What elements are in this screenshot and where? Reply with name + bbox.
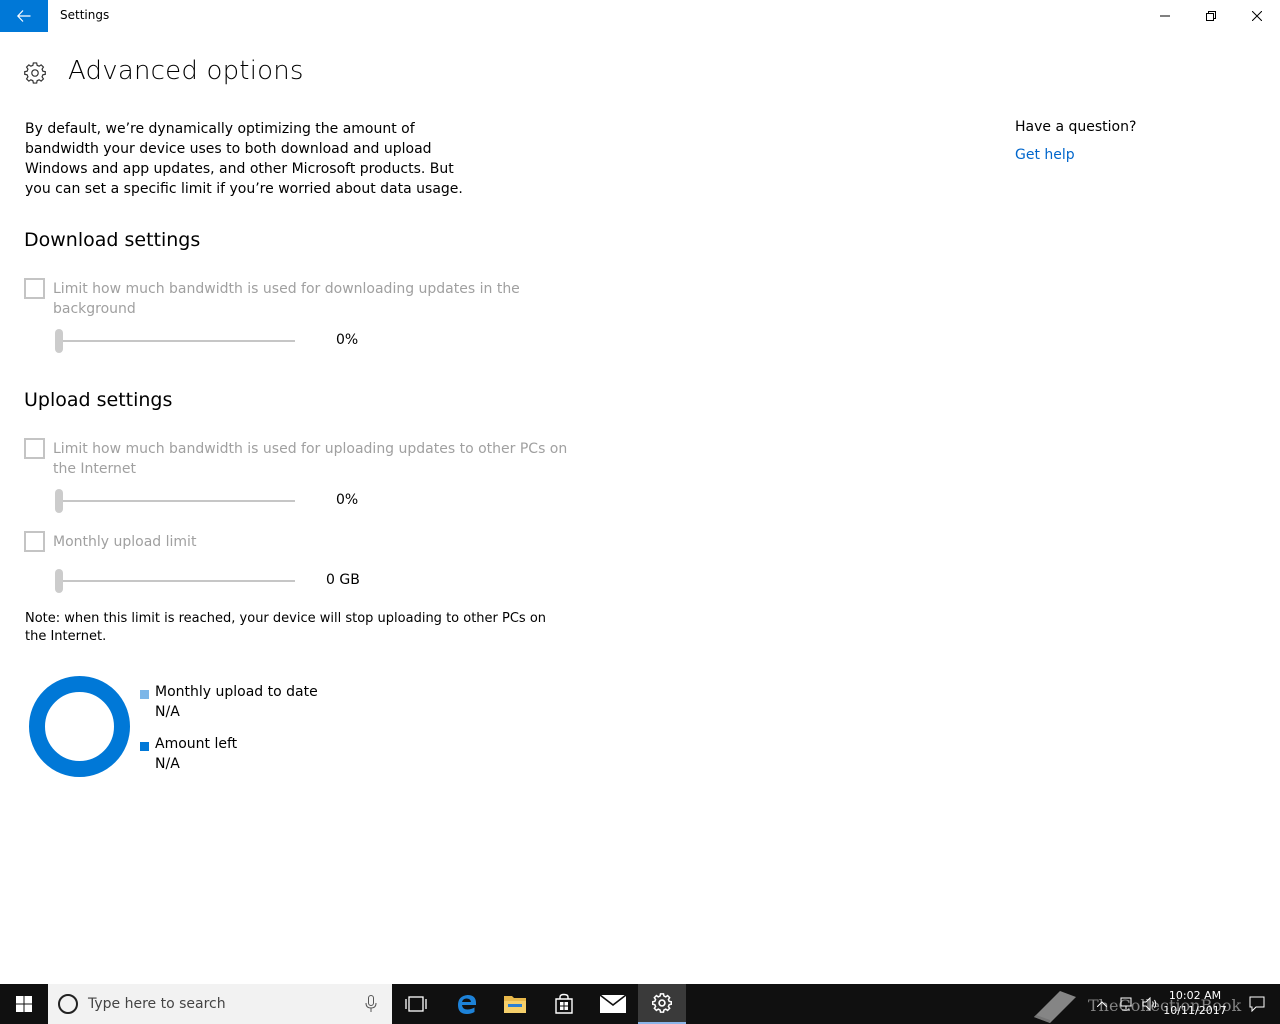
legend-label: Monthly upload to date <box>155 684 318 700</box>
notification-icon <box>1249 996 1265 1012</box>
arrow-left-icon <box>17 10 31 22</box>
monthly-upload-slider[interactable] <box>55 569 295 593</box>
slider-thumb[interactable] <box>55 569 63 593</box>
restore-icon <box>1206 11 1216 21</box>
close-button[interactable] <box>1234 0 1280 32</box>
cortana-icon <box>58 994 78 1014</box>
upload-limit-checkbox-row[interactable]: Limit how much bandwidth is used for upl… <box>24 438 584 479</box>
volume-icon <box>1142 997 1157 1011</box>
download-limit-checkbox[interactable] <box>24 278 45 299</box>
app-title: Settings <box>60 8 110 22</box>
page-title: Advanced options <box>68 56 304 86</box>
file-explorer-button[interactable] <box>491 984 539 1024</box>
action-center-button[interactable] <box>1234 984 1280 1024</box>
upload-usage-donut <box>29 676 130 777</box>
start-button[interactable] <box>0 984 48 1024</box>
download-settings-heading: Download settings <box>24 229 201 251</box>
upload-limit-label: Limit how much bandwidth is used for upl… <box>53 441 568 477</box>
legend-swatch <box>140 690 149 699</box>
show-hidden-icons-button[interactable] <box>1090 984 1114 1024</box>
upload-limit-note: Note: when this limit is reached, your d… <box>25 611 547 644</box>
get-help-link[interactable]: Get help <box>1015 147 1075 163</box>
file-explorer-icon <box>504 996 526 1013</box>
taskbar-clock[interactable]: 10:02 AM 10/11/2017 <box>1160 988 1230 1018</box>
upload-slider-value: 0% <box>336 492 359 508</box>
legend-label: Amount left <box>155 736 238 752</box>
download-limit-label: Limit how much bandwidth is used for dow… <box>53 281 520 317</box>
taskbar-search-box[interactable]: Type here to search <box>48 984 392 1024</box>
task-view-icon <box>405 996 427 1012</box>
task-view-button[interactable] <box>392 984 440 1024</box>
close-icon <box>1252 11 1262 21</box>
clock-date: 10/11/2017 <box>1163 1004 1227 1017</box>
download-limit-checkbox-row[interactable]: Limit how much bandwidth is used for dow… <box>24 278 544 319</box>
upload-bandwidth-slider[interactable] <box>55 489 295 513</box>
windows-logo-icon <box>16 996 32 1012</box>
book-icon <box>1034 991 1076 1023</box>
title-bar: Settings <box>0 0 1280 32</box>
legend-value: N/A <box>155 704 180 720</box>
download-slider-value: 0% <box>336 332 359 348</box>
upload-settings-heading: Upload settings <box>24 389 173 411</box>
monthly-upload-limit-checkbox[interactable] <box>24 531 45 552</box>
slider-track <box>55 500 295 502</box>
system-tray <box>1090 984 1162 1024</box>
slider-thumb[interactable] <box>55 489 63 513</box>
monthly-upload-limit-label: Monthly upload limit <box>53 534 197 550</box>
volume-button[interactable] <box>1138 984 1162 1024</box>
edge-icon <box>458 995 476 1014</box>
mail-icon <box>600 995 626 1013</box>
search-placeholder: Type here to search <box>88 996 226 1012</box>
network-icon <box>1120 997 1132 1011</box>
gear-icon <box>24 62 46 84</box>
download-bandwidth-slider[interactable] <box>55 329 295 353</box>
legend-value: N/A <box>155 756 180 772</box>
minimize-button[interactable] <box>1142 0 1188 32</box>
slider-track <box>55 580 295 582</box>
slider-track <box>55 340 295 342</box>
monthly-upload-limit-row[interactable]: Monthly upload limit <box>24 531 424 552</box>
taskbar: Type here to search TheCollectionBook 10… <box>0 984 1280 1024</box>
minimize-icon <box>1160 15 1170 17</box>
settings-taskbar-button[interactable] <box>638 984 686 1024</box>
chevron-up-icon <box>1097 1001 1107 1007</box>
slider-thumb[interactable] <box>55 329 63 353</box>
legend-swatch <box>140 742 149 751</box>
clock-time: 10:02 AM <box>1168 989 1222 1002</box>
intro-text: By default, we’re dynamically optimizing… <box>25 121 463 197</box>
upload-limit-checkbox[interactable] <box>24 438 45 459</box>
edge-button[interactable] <box>443 984 491 1024</box>
restore-button[interactable] <box>1188 0 1234 32</box>
help-question: Have a question? <box>1015 119 1137 135</box>
mail-button[interactable] <box>589 984 637 1024</box>
microphone-icon[interactable] <box>364 995 378 1013</box>
donut-ring <box>29 676 130 777</box>
back-button[interactable] <box>0 0 48 32</box>
settings-icon <box>652 993 672 1013</box>
network-button[interactable] <box>1114 984 1138 1024</box>
store-icon <box>555 993 573 1014</box>
monthly-upload-value: 0 GB <box>326 572 360 588</box>
store-button[interactable] <box>540 984 588 1024</box>
